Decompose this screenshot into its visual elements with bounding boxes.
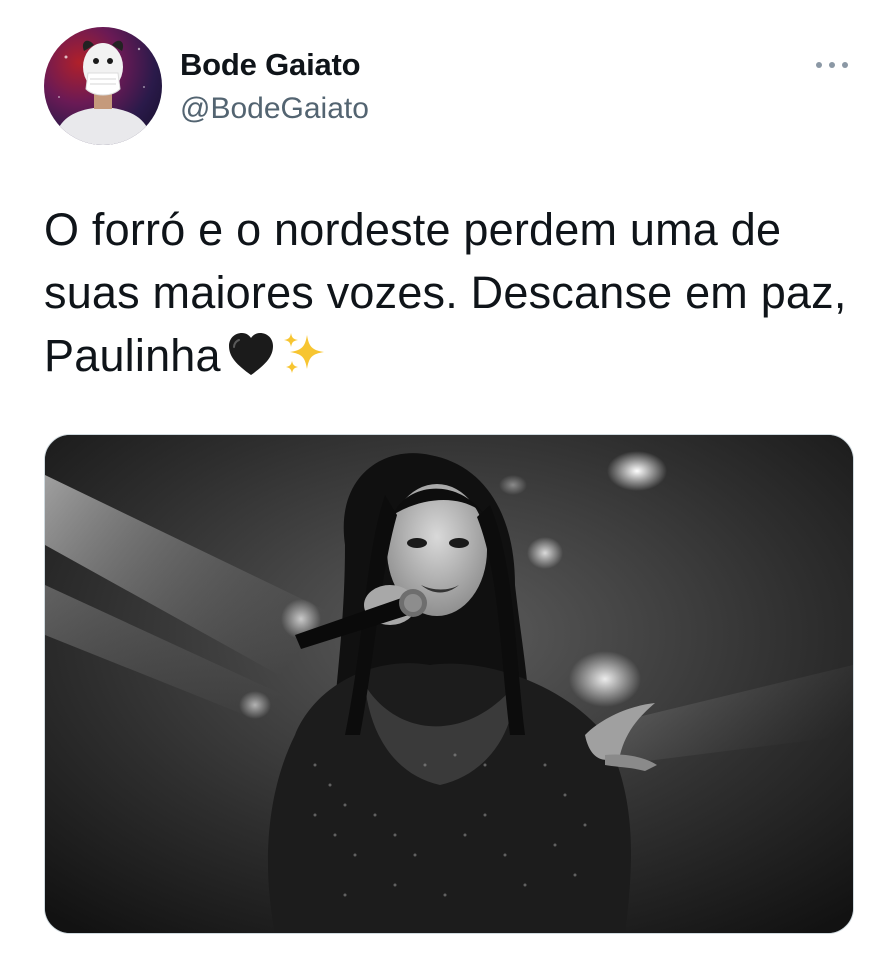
more-horizontal-icon <box>816 62 848 68</box>
author-display-name[interactable]: Bode Gaiato <box>180 46 361 84</box>
author-avatar[interactable] <box>44 27 162 145</box>
tweet-text-body: O forró e o nordeste perdem uma de suas … <box>44 204 860 381</box>
more-options-button[interactable] <box>810 52 854 78</box>
tweet-text: O forró e o nordeste perdem uma de suas … <box>44 198 854 393</box>
black-heart-icon <box>227 330 275 393</box>
sparkles-icon <box>281 330 327 393</box>
tweet-card: Bode Gaiato @BodeGaiato O forró e o nord… <box>0 0 896 971</box>
tweet-media-photo[interactable] <box>44 434 854 934</box>
author-handle[interactable]: @BodeGaiato <box>180 90 369 128</box>
